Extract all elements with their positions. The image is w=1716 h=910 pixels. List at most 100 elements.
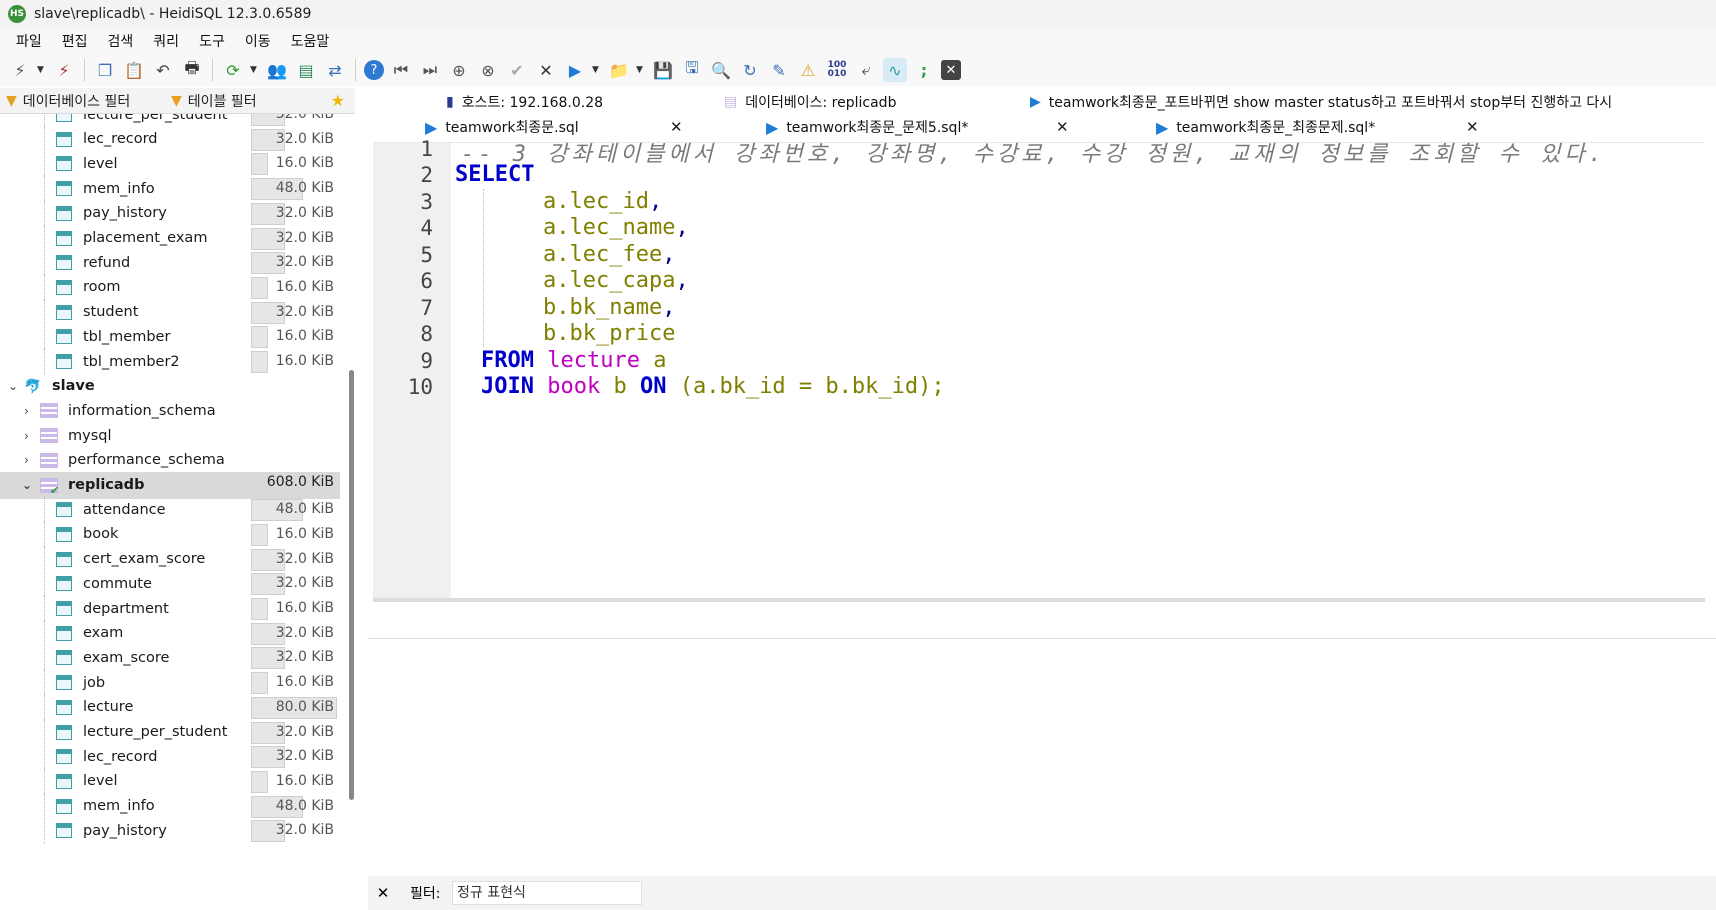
menu-file[interactable]: 파일 [6,31,52,51]
save-icon[interactable]: 💾 [651,58,675,82]
help-icon[interactable]: ? [364,60,384,80]
undo-icon[interactable]: ↶ [151,58,175,82]
editor-splitter[interactable] [373,598,1705,602]
regex-filter-input[interactable] [452,881,642,905]
menu-go[interactable]: 이동 [235,31,281,51]
open-dropdown-icon[interactable]: ▼ [636,65,646,75]
database-tree[interactable]: lecture_per_student 32.0 KiB lec_record 32.… [0,114,342,910]
table-row[interactable]: tbl_member 16.0 KiB [0,323,340,351]
table-row[interactable]: cert_exam_score 32.0 KiB [0,545,340,573]
warning-icon[interactable]: ⚠ [796,58,820,82]
link-icon[interactable]: ∿ [883,58,907,82]
menu-tools[interactable]: 도구 [189,31,235,51]
tree-scrollbar[interactable] [349,370,354,800]
database-filter-input[interactable]: ▼ 데이터베이스 필터 [0,91,165,111]
star-icon[interactable]: ★ [331,91,345,110]
chevron-down-icon[interactable]: ⌄ [22,478,32,492]
table-row[interactable]: exam_score 32.0 KiB [0,644,340,672]
table-row[interactable]: pay_history 32.0 KiB [0,199,340,227]
chevron-right-icon[interactable]: › [24,404,29,418]
print-icon[interactable]: 🖶 [180,58,204,82]
database-info: ▤ 데이터베이스: replicadb [724,92,896,112]
table-row[interactable]: level 16.0 KiB [0,150,340,178]
close-icon[interactable]: ✕ [368,884,398,902]
refresh-dropdown-icon[interactable]: ▼ [250,65,260,75]
table-row[interactable]: placement_exam 32.0 KiB [0,224,340,252]
table-row[interactable]: tbl_member2 16.0 KiB [0,348,340,375]
table-row[interactable]: refund 32.0 KiB [0,249,340,277]
close-tab-icon[interactable]: ✕ [941,60,961,80]
insert-record-icon[interactable]: ⊕ [447,58,471,82]
user-manager-icon[interactable]: 👥 [265,58,289,82]
find-icon[interactable]: 🔍 [709,58,733,82]
sync-icon[interactable]: ⇄ [323,58,347,82]
line-number: 1 [420,137,433,161]
binary-icon[interactable]: 100 010 [825,58,849,82]
menu-edit[interactable]: 편집 [52,31,98,51]
table-row[interactable]: room 16.0 KiB [0,273,340,301]
sql-editor[interactable]: 1 2 3 4 5 6 7 8 9 10 -- 3 강좌테이블에서 강좌번호, … [373,137,1705,601]
semicolon-icon[interactable]: ; [912,58,936,82]
menu-help[interactable]: 도움말 [281,31,340,51]
table-row[interactable]: mem_info 48.0 KiB [0,792,340,820]
table-row[interactable]: exam 32.0 KiB [0,619,340,647]
table-row[interactable]: lec_record 32.0 KiB [0,743,340,771]
export-icon[interactable]: ▤ [294,58,318,82]
table-row[interactable]: mem_info 48.0 KiB [0,175,340,203]
table-icon [56,650,72,666]
post-icon[interactable]: ✔ [505,58,529,82]
table-row[interactable]: lecture_per_student 32.0 KiB [0,718,340,746]
tree-guide-line [44,669,45,697]
table-filter-input[interactable]: ▼ 테이블 필터 [165,91,330,111]
table-row[interactable]: student 32.0 KiB [0,298,340,326]
refresh-icon[interactable]: ⟳ [221,58,245,82]
close-icon[interactable]: ✕ [670,118,683,136]
code-line-2: SELECT [455,162,534,187]
table-row[interactable]: lecture 80.0 KiB [0,693,340,721]
execute-dropdown-icon[interactable]: ▼ [592,65,602,75]
wrap-icon[interactable]: ⤶ [854,58,878,82]
table-row[interactable]: department 16.0 KiB [0,595,340,622]
connect-icon[interactable]: ⚡ [8,58,32,82]
tree-guide-line [44,595,45,622]
close-icon[interactable]: ✕ [1056,118,1069,136]
table-name: lec_record [83,748,158,765]
database-node[interactable]: › information_schema [0,397,340,424]
delete-record-icon[interactable]: ⊗ [476,58,500,82]
format-sql-icon[interactable]: ✎ [767,58,791,82]
database-node-selected[interactable]: ⌄ ✔ replicadb 608.0 KiB [0,471,340,499]
cancel-icon[interactable]: ✕ [534,58,558,82]
execute-query-icon[interactable]: ▶ [563,58,587,82]
table-row[interactable]: pay_history 32.0 KiB [0,817,340,845]
last-record-icon[interactable]: ⏭ [418,58,442,82]
line-number: 2 [420,163,433,187]
menu-query[interactable]: 쿼리 [143,31,189,51]
table-name: book [83,526,119,543]
table-row[interactable]: commute 32.0 KiB [0,570,340,598]
table-row[interactable]: attendance 48.0 KiB [0,496,340,524]
connection-node[interactable]: ⌄ 🐬 slave [0,373,340,400]
disconnect-icon[interactable]: ⚡ [52,58,76,82]
close-icon[interactable]: ✕ [1466,118,1479,136]
paste-icon[interactable]: 📋 [122,58,146,82]
table-row[interactable]: lec_record 32.0 KiB [0,125,340,153]
chevron-down-icon[interactable]: ⌄ [8,379,18,393]
database-node[interactable]: › mysql [0,422,340,449]
table-row[interactable]: level 16.0 KiB [0,767,340,795]
connect-dropdown-icon[interactable]: ▼ [37,65,47,75]
table-size: 16.0 KiB [275,278,334,295]
save-as-icon[interactable]: 🖫 [680,58,704,82]
chevron-right-icon[interactable]: › [24,429,29,443]
first-record-icon[interactable]: ⏮ [389,58,413,82]
database-filter-placeholder: 데이터베이스 필터 [22,93,131,110]
table-row[interactable]: book 16.0 KiB [0,520,340,548]
table-row[interactable]: job 16.0 KiB [0,669,340,697]
replace-icon[interactable]: ↻ [738,58,762,82]
chevron-right-icon[interactable]: › [24,453,29,467]
window-title: slave\replicadb\ - HeidiSQL 12.3.0.6589 [34,6,312,22]
query-tab-label[interactable]: teamwork최종문_포트바뀌면 show master status하고 포… [1049,92,1612,112]
copy-icon[interactable]: ❐ [93,58,117,82]
menu-search[interactable]: 검색 [98,31,144,51]
open-folder-icon[interactable]: 📁 [607,58,631,82]
database-node[interactable]: › performance_schema [0,447,340,474]
